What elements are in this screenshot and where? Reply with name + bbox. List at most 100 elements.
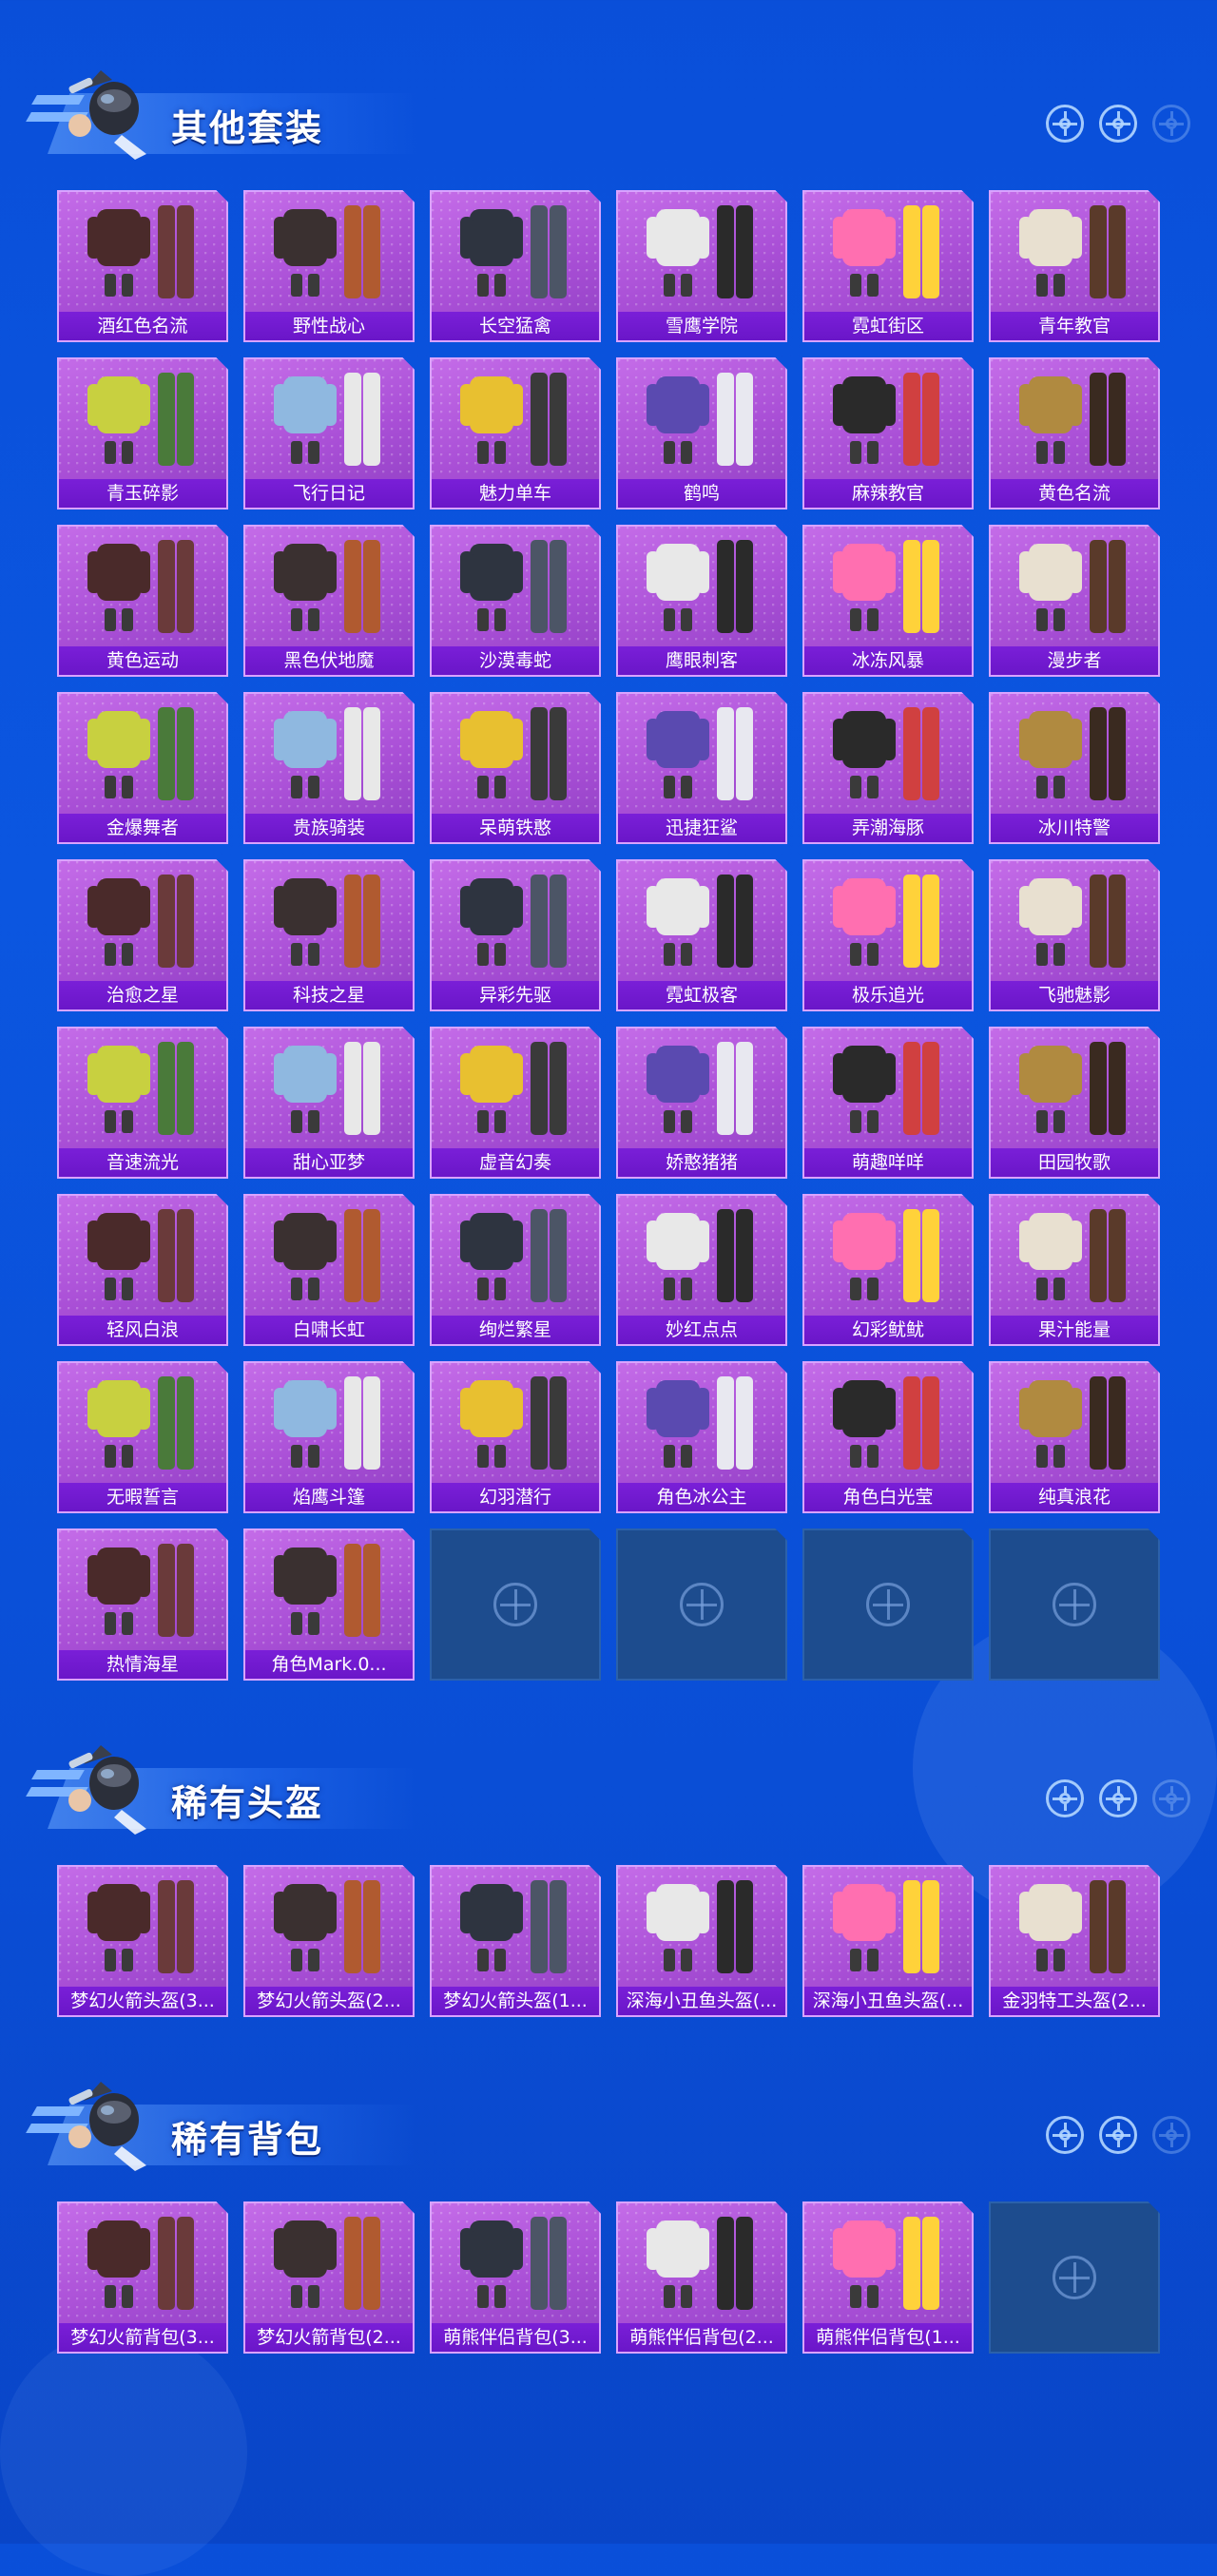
item-card[interactable]: 妙红点点 xyxy=(616,1194,787,1346)
item-image xyxy=(618,2203,785,2323)
crosshair-icon xyxy=(1152,2116,1190,2154)
crosshair-icon xyxy=(1152,1779,1190,1817)
item-label: 极乐追光 xyxy=(804,981,972,1009)
item-card[interactable]: 梦幻火箭头盔(2... xyxy=(243,1865,415,2017)
item-card[interactable]: 飞驰魅影 xyxy=(989,859,1160,1011)
item-card[interactable]: 黄色运动 xyxy=(57,525,228,677)
item-image xyxy=(804,2203,972,2323)
item-card[interactable]: 弄潮海豚 xyxy=(802,692,974,844)
item-card[interactable]: 热情海星 xyxy=(57,1528,228,1681)
section-title: 稀有背包 xyxy=(171,2121,324,2161)
empty-slot xyxy=(616,1528,787,1681)
item-card[interactable]: 黄色名流 xyxy=(989,357,1160,509)
item-card[interactable]: 梦幻火箭背包(2... xyxy=(243,2201,415,2354)
item-card[interactable]: 科技之星 xyxy=(243,859,415,1011)
item-card[interactable]: 青玉碎影 xyxy=(57,357,228,509)
item-card[interactable]: 音速流光 xyxy=(57,1027,228,1179)
item-card[interactable]: 田园牧歌 xyxy=(989,1027,1160,1179)
item-card[interactable]: 白啸长虹 xyxy=(243,1194,415,1346)
item-card[interactable]: 漫步者 xyxy=(989,525,1160,677)
item-card[interactable]: 萌熊伴侣背包(3... xyxy=(430,2201,601,2354)
item-card[interactable]: 雪鹰学院 xyxy=(616,190,787,342)
item-label: 酒红色名流 xyxy=(59,312,226,340)
item-card[interactable]: 梦幻火箭背包(3... xyxy=(57,2201,228,2354)
item-label: 纯真浪花 xyxy=(991,1483,1158,1511)
item-image xyxy=(432,1196,599,1316)
item-card[interactable]: 冰川特警 xyxy=(989,692,1160,844)
empty-slot xyxy=(430,1528,601,1681)
section-title: 其他套装 xyxy=(171,109,324,149)
item-image xyxy=(618,1196,785,1316)
item-card[interactable]: 萌熊伴侣背包(2... xyxy=(616,2201,787,2354)
item-card[interactable]: 纯真浪花 xyxy=(989,1361,1160,1513)
item-card[interactable]: 酒红色名流 xyxy=(57,190,228,342)
item-label: 麻辣教官 xyxy=(804,479,972,508)
item-card[interactable]: 娇憨猪猪 xyxy=(616,1027,787,1179)
item-card[interactable]: 野性战心 xyxy=(243,190,415,342)
item-image xyxy=(618,694,785,814)
item-image xyxy=(245,2203,413,2323)
item-card[interactable]: 金羽特工头盔(2... xyxy=(989,1865,1160,2017)
item-card[interactable]: 焰鹰斗篷 xyxy=(243,1361,415,1513)
item-label: 飞行日记 xyxy=(245,479,413,508)
item-card[interactable]: 绚烂繁星 xyxy=(430,1194,601,1346)
item-image xyxy=(59,1530,226,1650)
item-card[interactable]: 鹤鸣 xyxy=(616,357,787,509)
item-card[interactable]: 长空猛禽 xyxy=(430,190,601,342)
item-card[interactable]: 无暇誓言 xyxy=(57,1361,228,1513)
item-grid: 梦幻火箭背包(3... 梦幻火箭背包(2... 萌熊伴侣背包(3... 萌熊伴侣背包(… xyxy=(57,2201,1160,2354)
item-card[interactable]: 飞行日记 xyxy=(243,357,415,509)
item-card[interactable]: 梦幻火箭头盔(3... xyxy=(57,1865,228,2017)
item-label: 科技之星 xyxy=(245,981,413,1009)
section-header: 稀有头盔 xyxy=(26,1732,428,1836)
item-image xyxy=(432,1028,599,1148)
item-card[interactable]: 迅捷狂鲨 xyxy=(616,692,787,844)
item-label: 幻羽潜行 xyxy=(432,1483,599,1511)
item-label: 虚音幻奏 xyxy=(432,1148,599,1177)
item-card[interactable]: 角色冰公主 xyxy=(616,1361,787,1513)
item-label: 异彩先驱 xyxy=(432,981,599,1009)
mascot-icon xyxy=(68,70,146,160)
item-card[interactable]: 萌熊伴侣背包(1... xyxy=(802,2201,974,2354)
item-card[interactable]: 深海小丑鱼头盔(... xyxy=(616,1865,787,2017)
item-card[interactable]: 魅力单车 xyxy=(430,357,601,509)
item-card[interactable]: 沙漠毒蛇 xyxy=(430,525,601,677)
item-card[interactable]: 霓虹街区 xyxy=(802,190,974,342)
item-card[interactable]: 梦幻火箭头盔(1... xyxy=(430,1865,601,2017)
item-card[interactable]: 极乐追光 xyxy=(802,859,974,1011)
item-image xyxy=(804,1363,972,1483)
crosshair-icon xyxy=(1099,105,1137,143)
item-card[interactable]: 冰冻风暴 xyxy=(802,525,974,677)
item-card[interactable]: 甜心亚梦 xyxy=(243,1027,415,1179)
item-card[interactable]: 青年教官 xyxy=(989,190,1160,342)
item-card[interactable]: 虚音幻奏 xyxy=(430,1027,601,1179)
item-image xyxy=(245,1028,413,1148)
item-card[interactable]: 呆萌铁憨 xyxy=(430,692,601,844)
item-label: 梦幻火箭头盔(3... xyxy=(59,1987,226,2015)
item-card[interactable]: 黑色伏地魔 xyxy=(243,525,415,677)
item-card[interactable]: 异彩先驱 xyxy=(430,859,601,1011)
item-card[interactable]: 麻辣教官 xyxy=(802,357,974,509)
item-card[interactable]: 鹰眼刺客 xyxy=(616,525,787,677)
item-card[interactable]: 幻彩鱿鱿 xyxy=(802,1194,974,1346)
item-card[interactable]: 角色Mark.0... xyxy=(243,1528,415,1681)
item-card[interactable]: 幻羽潜行 xyxy=(430,1361,601,1513)
item-card[interactable]: 治愈之星 xyxy=(57,859,228,1011)
item-card[interactable]: 轻风白浪 xyxy=(57,1194,228,1346)
item-label: 轻风白浪 xyxy=(59,1316,226,1344)
item-image xyxy=(59,192,226,312)
item-label: 热情海星 xyxy=(59,1650,226,1679)
item-card[interactable]: 金爆舞者 xyxy=(57,692,228,844)
item-card[interactable]: 角色白光莹 xyxy=(802,1361,974,1513)
item-card[interactable]: 萌趣咩咩 xyxy=(802,1027,974,1179)
item-card[interactable]: 深海小丑鱼头盔(... xyxy=(802,1865,974,2017)
item-label: 金爆舞者 xyxy=(59,814,226,842)
item-image xyxy=(618,359,785,479)
item-card[interactable]: 果汁能量 xyxy=(989,1194,1160,1346)
item-image xyxy=(991,1363,1158,1483)
item-label: 冰冻风暴 xyxy=(804,646,972,675)
item-card[interactable]: 贵族骑装 xyxy=(243,692,415,844)
item-image xyxy=(59,1363,226,1483)
item-image xyxy=(245,527,413,646)
item-card[interactable]: 霓虹极客 xyxy=(616,859,787,1011)
